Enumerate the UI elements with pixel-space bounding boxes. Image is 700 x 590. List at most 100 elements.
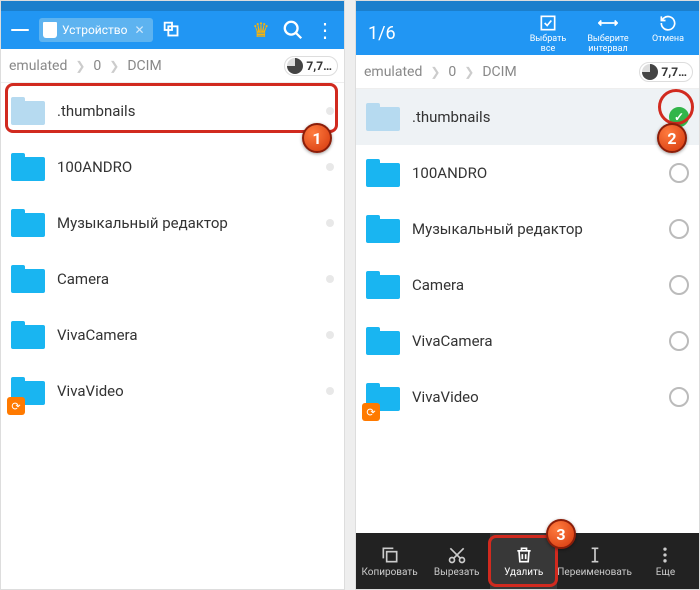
folder-icon bbox=[366, 103, 400, 131]
crumb-2[interactable]: DCIM bbox=[125, 58, 163, 74]
folder-icon bbox=[366, 327, 400, 355]
item-label: Camera bbox=[412, 276, 657, 294]
callout-badge-1: 1 bbox=[302, 123, 332, 153]
delete-label: Удалить bbox=[504, 567, 543, 578]
top-bar: Устройство ✕ ♛ ⋮ bbox=[1, 11, 344, 49]
rename-label: Переименовать bbox=[557, 567, 632, 578]
row-marker bbox=[326, 275, 334, 283]
tab-label: Устройство bbox=[62, 23, 127, 37]
crumb-2[interactable]: DCIM bbox=[480, 64, 518, 80]
storage-text: 7,7… bbox=[306, 59, 332, 73]
row-marker bbox=[326, 107, 334, 115]
chevron-right-icon: ❯ bbox=[103, 59, 125, 73]
row-marker bbox=[326, 331, 334, 339]
windows-icon[interactable] bbox=[159, 17, 185, 43]
vivavideo-badge-icon: ⟳ bbox=[362, 403, 380, 421]
folder-icon bbox=[11, 321, 45, 349]
item-label: VivaVideo bbox=[412, 388, 657, 406]
copy-label: Копировать bbox=[361, 567, 417, 578]
crumb-0[interactable]: emulated bbox=[362, 64, 424, 80]
list-item[interactable]: .thumbnails bbox=[1, 83, 344, 139]
selection-top-bar: 1/6 Выбрать все Выберите интервал Отмена bbox=[356, 11, 699, 55]
storage-badge[interactable]: 7,7… bbox=[639, 62, 693, 82]
storage-badge[interactable]: 7,7… bbox=[284, 56, 338, 76]
folder-icon bbox=[11, 97, 45, 125]
file-list: .thumbnails 100ANDRO Музыкальный редакто… bbox=[1, 83, 344, 589]
item-label: Музыкальный редактор bbox=[57, 214, 314, 232]
item-label: VivaCamera bbox=[412, 332, 657, 350]
vivavideo-badge-icon: ⟳ bbox=[7, 397, 25, 415]
pie-icon bbox=[287, 58, 303, 74]
checkbox-unchecked-icon[interactable] bbox=[669, 331, 689, 351]
folder-icon bbox=[366, 159, 400, 187]
crown-icon[interactable]: ♛ bbox=[248, 17, 274, 43]
item-label: 100ANDRO bbox=[412, 164, 657, 182]
sd-card-icon bbox=[43, 22, 57, 38]
cancel-button[interactable]: Отмена bbox=[643, 13, 693, 44]
checkbox-unchecked-icon[interactable] bbox=[669, 387, 689, 407]
list-item[interactable]: 100ANDRO bbox=[1, 139, 344, 195]
checkbox-unchecked-icon[interactable] bbox=[669, 163, 689, 183]
folder-icon bbox=[366, 271, 400, 299]
item-label: .thumbnails bbox=[57, 102, 314, 120]
cut-label: Вырезать bbox=[434, 567, 480, 578]
file-list: .thumbnails 100ANDRO Музыкальный редакто… bbox=[356, 89, 699, 533]
folder-icon bbox=[366, 215, 400, 243]
chevron-right-icon: ❯ bbox=[69, 59, 91, 73]
breadcrumb: emulated❯ 0❯ DCIM 7,7… bbox=[356, 55, 699, 89]
folder-icon bbox=[11, 153, 45, 181]
list-item[interactable]: Camera bbox=[1, 251, 344, 307]
item-label: .thumbnails bbox=[412, 108, 657, 126]
select-range-button[interactable]: Выберите интервал bbox=[583, 13, 633, 54]
checkbox-unchecked-icon[interactable] bbox=[669, 219, 689, 239]
crumb-1[interactable]: 0 bbox=[91, 58, 103, 74]
cancel-label: Отмена bbox=[652, 34, 684, 44]
list-item[interactable]: VivaCamera bbox=[356, 313, 699, 369]
list-item[interactable]: Музыкальный редактор bbox=[356, 201, 699, 257]
bottom-action-bar: Копировать Вырезать Удалить Переименоват… bbox=[356, 533, 699, 589]
device-tab-chip[interactable]: Устройство ✕ bbox=[39, 18, 153, 42]
list-item[interactable]: .thumbnails bbox=[356, 89, 699, 145]
folder-icon bbox=[11, 209, 45, 237]
breadcrumb: emulated❯ 0❯ DCIM 7,7… bbox=[1, 49, 344, 83]
select-all-button[interactable]: Выбрать все bbox=[523, 13, 573, 54]
folder-icon bbox=[11, 265, 45, 293]
copy-button[interactable]: Копировать bbox=[356, 533, 423, 589]
search-icon[interactable] bbox=[280, 17, 306, 43]
crumb-0[interactable]: emulated bbox=[7, 58, 69, 74]
crumb-1[interactable]: 0 bbox=[446, 64, 458, 80]
select-range-label: Выберите интервал bbox=[583, 34, 633, 54]
pie-icon bbox=[642, 64, 658, 80]
row-marker bbox=[326, 163, 334, 171]
list-item[interactable]: ⟳ VivaVideo bbox=[1, 363, 344, 419]
checkbox-unchecked-icon[interactable] bbox=[669, 275, 689, 295]
item-label: Camera bbox=[57, 270, 314, 288]
menu-icon[interactable] bbox=[7, 17, 33, 43]
list-item[interactable]: Музыкальный редактор bbox=[1, 195, 344, 251]
more-icon[interactable]: ⋮ bbox=[312, 17, 338, 43]
left-screen: Устройство ✕ ♛ ⋮ emulated❯ 0❯ DCIM 7,7… … bbox=[0, 0, 345, 590]
status-bar bbox=[356, 1, 699, 11]
more-label: Еще bbox=[656, 567, 675, 578]
right-screen: 1/6 Выбрать все Выберите интервал Отмена… bbox=[355, 0, 700, 590]
item-label: 100ANDRO bbox=[57, 158, 314, 176]
close-icon[interactable]: ✕ bbox=[134, 23, 144, 37]
list-item[interactable]: Camera bbox=[356, 257, 699, 313]
storage-text: 7,7… bbox=[661, 65, 687, 79]
cut-button[interactable]: Вырезать bbox=[423, 533, 490, 589]
chevron-right-icon: ❯ bbox=[424, 65, 446, 79]
item-label: VivaVideo bbox=[57, 382, 314, 400]
row-marker bbox=[326, 387, 334, 395]
list-item[interactable]: 100ANDRO bbox=[356, 145, 699, 201]
list-item[interactable]: ⟳ VivaVideo bbox=[356, 369, 699, 425]
callout-badge-2: 2 bbox=[657, 123, 687, 153]
item-label: Музыкальный редактор bbox=[412, 220, 657, 238]
select-all-label: Выбрать все bbox=[523, 34, 573, 54]
list-item[interactable]: VivaCamera bbox=[1, 307, 344, 363]
callout-badge-3: 3 bbox=[546, 519, 576, 549]
chevron-right-icon: ❯ bbox=[458, 65, 480, 79]
more-button[interactable]: Еще bbox=[632, 533, 699, 589]
item-label: VivaCamera bbox=[57, 326, 314, 344]
selection-count: 1/6 bbox=[368, 23, 396, 44]
status-bar bbox=[1, 1, 344, 11]
